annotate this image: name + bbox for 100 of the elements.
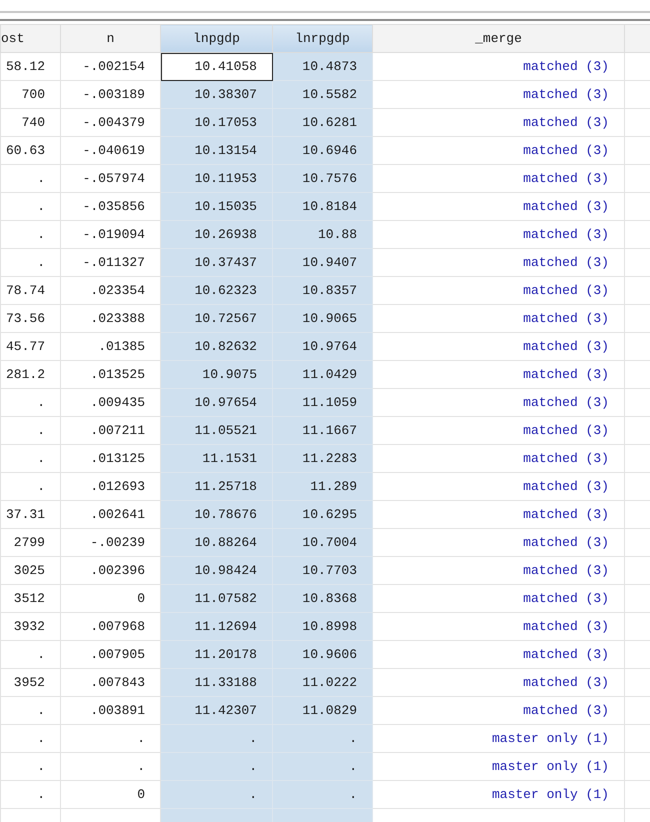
table-cell[interactable]: 10.7576 [272,164,372,192]
table-cell[interactable]: .012693 [60,472,160,500]
table-cell[interactable]: 11.33188 [160,668,272,696]
table-cell[interactable]: .007843 [60,668,160,696]
table-cell[interactable]: 58.12 [0,52,60,80]
value-label-cell[interactable]: master only (1) [372,724,624,752]
table-cell[interactable]: 10.5582 [272,80,372,108]
value-label-cell[interactable]: matched (3) [372,556,624,584]
table-cell[interactable]: 3025 [0,556,60,584]
table-cell[interactable]: 11.05521 [160,416,272,444]
table-cell[interactable]: 281.2 [0,360,60,388]
table-cell[interactable]: .023354 [60,276,160,304]
table-cell[interactable]: -.019094 [60,220,160,248]
table-cell[interactable]: 11.2283 [272,444,372,472]
table-cell[interactable]: 11.0429 [272,360,372,388]
table-cell[interactable]: .007905 [60,640,160,668]
table-cell[interactable]: 10.9764 [272,332,372,360]
table-cell[interactable]: 10.82632 [160,332,272,360]
table-cell[interactable]: -.057974 [60,164,160,192]
value-label-cell[interactable]: matched (3) [372,416,624,444]
table-cell[interactable]: -.011327 [60,248,160,276]
table-cell[interactable]: 10.17053 [160,108,272,136]
table-cell[interactable]: .009435 [60,388,160,416]
value-label-cell[interactable]: matched (3) [372,696,624,724]
value-label-cell[interactable]: matched (3) [372,388,624,416]
table-cell[interactable]: 10.8184 [272,192,372,220]
table-cell[interactable]: 11.1667 [272,416,372,444]
value-label-cell[interactable]: matched (3) [372,220,624,248]
value-label-cell[interactable]: matched (3) [372,500,624,528]
table-cell[interactable]: 10.9075 [160,360,272,388]
table-cell[interactable]: . [0,696,60,724]
value-label-cell[interactable]: matched (3) [372,444,624,472]
table-cell[interactable]: . [0,640,60,668]
table-cell[interactable]: 11.1059 [272,388,372,416]
table-cell[interactable]: .003891 [60,696,160,724]
table-cell[interactable]: 10.78676 [160,500,272,528]
table-cell[interactable]: .002396 [60,556,160,584]
column-header[interactable]: lnpgdp [160,24,272,52]
table-cell[interactable]: 10.37437 [160,248,272,276]
table-cell[interactable]: 11.25718 [160,472,272,500]
table-cell[interactable]: 700 [0,80,60,108]
value-label-cell[interactable]: matched (3) [372,108,624,136]
table-cell[interactable]: 10.8998 [272,612,372,640]
table-cell[interactable]: 740 [0,108,60,136]
table-cell[interactable]: 10.88264 [160,528,272,556]
table-cell[interactable]: . [0,752,60,780]
table-cell[interactable]: 11.07582 [160,584,272,612]
value-label-cell[interactable]: matched (3) [372,248,624,276]
table-cell[interactable]: . [0,780,60,808]
table-cell[interactable]: .007968 [60,612,160,640]
table-cell[interactable]: 10.15035 [160,192,272,220]
table-cell[interactable]: 11.0829 [272,696,372,724]
table-cell[interactable]: 10.9606 [272,640,372,668]
table-cell[interactable]: 10.4873 [272,52,372,80]
value-label-cell[interactable]: matched (3) [372,164,624,192]
table-cell[interactable]: 10.88 [272,220,372,248]
table-cell[interactable]: -.004379 [60,108,160,136]
table-cell[interactable]: 11.289 [272,472,372,500]
table-cell[interactable]: -.002154 [60,52,160,80]
table-cell[interactable]: 10.7004 [272,528,372,556]
table-cell[interactable]: 10.8368 [272,584,372,612]
value-label-cell[interactable]: matched (3) [372,332,624,360]
current-cell[interactable]: 10.41058 [160,52,272,80]
table-cell[interactable]: .01385 [60,332,160,360]
table-cell[interactable]: . [272,752,372,780]
table-cell[interactable]: 10.7703 [272,556,372,584]
table-cell[interactable]: 45.77 [0,332,60,360]
table-cell[interactable]: 10.6946 [272,136,372,164]
table-cell[interactable]: -.035856 [60,192,160,220]
table-cell[interactable]: . [0,472,60,500]
table-cell[interactable]: . [0,248,60,276]
table-cell[interactable]: 11.0222 [272,668,372,696]
table-cell[interactable]: 10.72567 [160,304,272,332]
table-cell[interactable]: 10.62323 [160,276,272,304]
table-cell[interactable]: 10.8357 [272,276,372,304]
table-cell[interactable]: 11.1531 [160,444,272,472]
table-cell[interactable]: . [0,388,60,416]
value-label-cell[interactable]: matched (3) [372,472,624,500]
column-header[interactable]: _merge [372,24,624,52]
table-cell[interactable]: 78.74 [0,276,60,304]
table-cell[interactable]: 0 [60,780,160,808]
table-cell[interactable]: .002641 [60,500,160,528]
table-cell[interactable]: 11.20178 [160,640,272,668]
value-label-cell[interactable]: master only (1) [372,780,624,808]
table-cell[interactable]: 10.6281 [272,108,372,136]
table-cell[interactable]: -.040619 [60,136,160,164]
table-cell[interactable]: .023388 [60,304,160,332]
table-cell[interactable]: 37.31 [0,500,60,528]
table-cell[interactable]: . [0,444,60,472]
column-header[interactable]: n [60,24,160,52]
table-cell[interactable]: .007211 [60,416,160,444]
value-label-cell[interactable]: matched (3) [372,52,624,80]
table-cell[interactable]: . [160,780,272,808]
table-cell[interactable]: 11.12694 [160,612,272,640]
table-cell[interactable]: . [0,724,60,752]
table-cell[interactable]: 10.97654 [160,388,272,416]
table-cell[interactable]: 10.6295 [272,500,372,528]
table-cell[interactable]: .013525 [60,360,160,388]
column-header[interactable]: ost [0,24,60,52]
value-label-cell[interactable]: matched (3) [372,136,624,164]
